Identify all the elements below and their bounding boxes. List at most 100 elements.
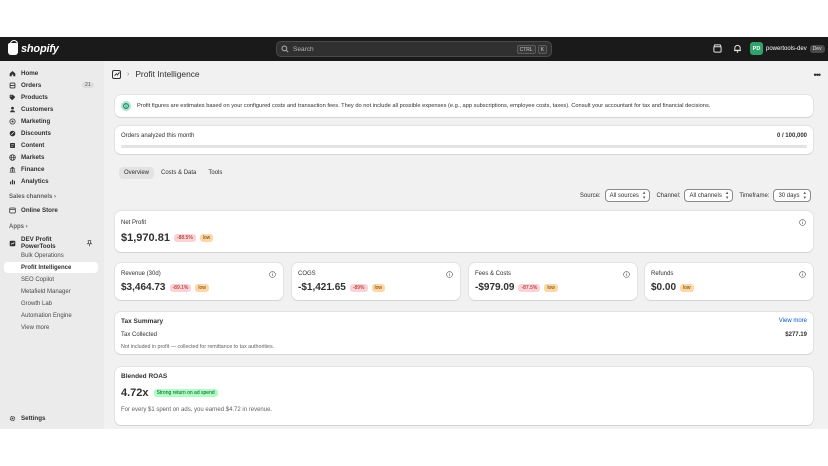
banner-text: Profit figures are estimates based on yo… [137,103,711,109]
filters: Source: All sources ▴ ▾ Channel: All chan… [580,189,813,202]
sidebar-item-label: Products [21,93,48,101]
orders-analyzed-label: Orders analyzed this month [121,133,195,139]
info-icon[interactable] [269,271,276,278]
tabs: Overview Costs & Data Tools [119,167,227,179]
store-icon[interactable] [713,44,722,53]
channel-select[interactable]: All channels ▴ ▾ [684,189,734,202]
sidebar-item-label: Online Store [21,206,58,214]
home-icon [9,70,16,76]
refunds-label: Refunds [651,271,674,277]
chevron-right-icon: › [25,224,28,230]
orders-usage-card: Orders analyzed this month 0 / 100,000 [115,126,813,154]
tag-icon [9,94,16,100]
app-window: shopify Search CTRL K PD powertools-dev … [0,37,828,429]
sidebar-item-finance[interactable]: Finance [4,163,98,175]
store-switcher[interactable]: PD powertools-dev Dev [750,42,825,55]
bank-icon [9,166,16,173]
sidebar-item-label: Home [21,69,39,77]
source-select[interactable]: All sources ▴ ▾ [604,189,651,202]
sidebar-item-products[interactable]: Products [4,91,98,103]
refunds-row: $0.00 low [651,282,694,293]
shopify-logo[interactable]: shopify [8,40,59,56]
sidebar-item-label: Settings [21,414,46,422]
sidebar-item-label: Orders [21,81,42,89]
sidebar-item-markets[interactable]: Markets [4,151,98,163]
sales-channels-heading[interactable]: Sales channels › [9,194,56,200]
info-icon[interactable] [799,219,806,226]
person-icon [10,106,15,112]
sidebar-item-label: Markets [21,153,45,161]
sales-channels-label: Sales channels [9,194,53,200]
sidebar-item-online-store[interactable]: Online Store [4,204,98,216]
tab-tools[interactable]: Tools [203,167,227,179]
tab-overview[interactable]: Overview [119,167,155,179]
discount-icon [9,130,16,136]
sidebar-item-label: Finance [21,165,45,173]
more-actions-icon[interactable]: ••• [814,70,822,80]
store-avatar: PD [750,42,763,55]
search-bar[interactable]: Search CTRL K [276,41,552,57]
top-bar: shopify Search CTRL K PD powertools-dev … [0,37,828,61]
breadcrumb-separator-icon: › [127,70,130,78]
bell-icon[interactable] [733,44,742,53]
page-header: › Profit Intelligence [112,69,200,79]
info-icon[interactable] [446,271,453,278]
cogs-label: COGS [298,271,316,277]
sidebar-item-content[interactable]: Content [4,139,98,151]
net-profit-card: Net Profit $1,970.81 -88.5% low [115,211,813,252]
sidebar-item-settings[interactable]: Settings [4,412,98,424]
app-subitem-metafield-manager[interactable]: Metafield Manager [4,286,98,297]
net-profit-value: $1,970.81 [121,232,170,244]
sidebar-item-marketing[interactable]: Marketing [4,115,98,127]
gear-icon [9,415,16,421]
select-chevron-icon: ▴ ▾ [725,189,729,201]
info-icon[interactable] [799,271,806,278]
info-circle-icon [121,101,131,111]
app-subitem-bulk-operations[interactable]: Bulk Operations [4,250,98,261]
sidebar-item-analytics[interactable]: Analytics [4,175,98,187]
sidebar-item-label: Content [21,141,45,149]
app-subitem-seo-copilot[interactable]: SEO Copilot [4,274,98,285]
store-dev-tag: Dev [809,44,825,53]
timeframe-select[interactable]: 30 days ▴ ▾ [773,189,811,202]
tax-collected-value: $277.19 [785,332,807,338]
tax-view-more-link[interactable]: View more [779,318,807,324]
app-logo-icon[interactable] [112,69,121,79]
roas-status-badge: Strong return on ad spend [153,389,218,397]
app-subitem-automation-engine[interactable]: Automation Engine [4,310,98,321]
revenue-card: Revenue (30d) $3,464.73 -89.1% low [115,263,283,300]
tax-summary-card: Tax Summary View more Tax Collected $277… [115,312,813,354]
apps-label: Apps [9,224,24,230]
source-label: Source: [579,192,601,199]
sidebar-item-home[interactable]: Home [4,67,98,79]
info-icon[interactable] [623,271,630,278]
sidebar-item-app-profit-powertools[interactable]: DEV Profit PowerTools [4,236,98,250]
apps-heading[interactable]: Apps › [9,224,28,230]
net-profit-row: $1,970.81 -88.5% low [121,232,214,244]
select-chevron-icon: ▴ ▾ [803,189,806,201]
cogs-value: -$1,421.65 [298,282,346,293]
app-chart-icon [113,71,120,77]
net-profit-label: Net Profit [121,220,147,226]
cogs-change-badge: -89% [349,283,368,292]
shortcut-key-k: K [537,44,547,54]
fees-costs-low-badge: low [544,283,558,292]
app-subitem-profit-intelligence[interactable]: Profit Intelligence [4,262,98,273]
pin-icon[interactable] [86,239,93,247]
app-subitem-view-more[interactable]: View more [4,322,98,333]
page-title: Profit Intelligence [135,69,200,79]
net-profit-low-badge: low [199,234,214,242]
timeframe-value: 30 days [778,192,800,199]
tab-costs-data[interactable]: Costs & Data [156,167,201,179]
shopify-bag-icon [8,40,18,55]
top-icons [713,44,742,53]
chevron-right-icon: › [54,194,57,200]
globe-icon [9,153,16,161]
sidebar-item-customers[interactable]: Customers [4,103,98,115]
sidebar-item-orders[interactable]: Orders 21 [4,79,98,91]
orders-progress-bar [121,145,807,148]
app-subitem-growth-lab[interactable]: Growth Lab [4,298,98,309]
sidebar-item-label: Customers [21,105,54,113]
sidebar-item-discounts[interactable]: Discounts [4,127,98,139]
search-placeholder: Search [293,45,314,53]
